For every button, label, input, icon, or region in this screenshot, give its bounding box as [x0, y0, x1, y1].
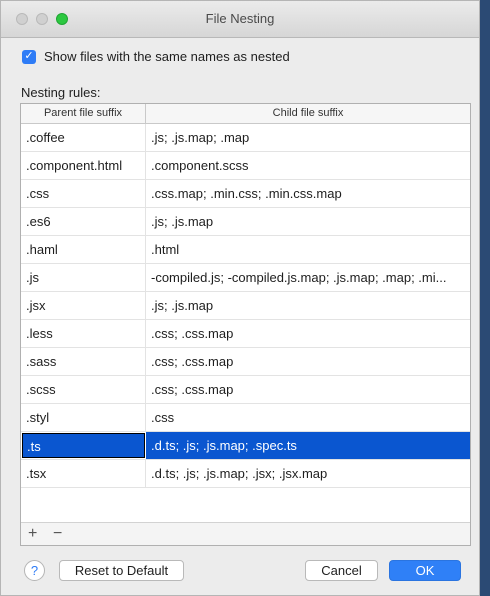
child-suffix-cell[interactable]: .js; .js.map: [146, 292, 470, 319]
parent-suffix-cell[interactable]: .haml: [21, 236, 146, 263]
parent-suffix-cell[interactable]: .js: [21, 264, 146, 291]
add-rule-button[interactable]: +: [28, 524, 37, 544]
child-suffix-cell[interactable]: .css; .css.map: [146, 376, 470, 403]
table-row[interactable]: .tsx .d.ts; .js; .js.map; .jsx; .jsx.map: [21, 460, 470, 488]
table-row[interactable]: .scss .css; .css.map: [21, 376, 470, 404]
table-row[interactable]: .css .css.map; .min.css; .min.css.map: [21, 180, 470, 208]
child-suffix-cell[interactable]: .d.ts; .js; .js.map; .jsx; .jsx.map: [146, 460, 470, 487]
child-suffix-cell[interactable]: .js; .js.map: [146, 208, 470, 235]
parent-suffix-cell[interactable]: .jsx: [21, 292, 146, 319]
table-row[interactable]: .less .css; .css.map: [21, 320, 470, 348]
child-suffix-cell[interactable]: .d.ts; .js; .js.map; .spec.ts: [146, 432, 470, 459]
nesting-rules-table: Parent file suffix Child file suffix .co…: [20, 103, 471, 546]
title-bar: File Nesting: [1, 1, 479, 38]
column-header-child[interactable]: Child file suffix: [146, 104, 470, 123]
table-row[interactable]: .styl .css: [21, 404, 470, 432]
parent-suffix-cell[interactable]: .component.html: [21, 152, 146, 179]
show-nested-label: Show files with the same names as nested: [44, 49, 290, 64]
parent-suffix-cell[interactable]: .styl: [21, 404, 146, 431]
table-row[interactable]: .component.html .component.scss: [21, 152, 470, 180]
column-header-parent[interactable]: Parent file suffix: [21, 104, 146, 123]
parent-suffix-cell[interactable]: .less: [21, 320, 146, 347]
checkmark-icon: ✓: [24, 50, 34, 62]
ok-button[interactable]: OK: [389, 560, 461, 581]
table-row[interactable]: .ts .d.ts; .js; .js.map; .spec.ts: [21, 432, 470, 460]
parent-suffix-cell[interactable]: .es6: [21, 208, 146, 235]
table-row[interactable]: .jsx .js; .js.map: [21, 292, 470, 320]
nesting-rules-label: Nesting rules:: [21, 85, 101, 100]
help-button[interactable]: ?: [24, 560, 45, 581]
table-row[interactable]: .es6 .js; .js.map: [21, 208, 470, 236]
child-suffix-cell[interactable]: .html: [146, 236, 470, 263]
parent-suffix-cell[interactable]: .coffee: [21, 124, 146, 151]
child-suffix-cell[interactable]: .css; .css.map: [146, 320, 470, 347]
child-suffix-cell[interactable]: .css.map; .min.css; .min.css.map: [146, 180, 470, 207]
child-suffix-cell[interactable]: .component.scss: [146, 152, 470, 179]
show-nested-option[interactable]: ✓ Show files with the same names as nest…: [22, 49, 290, 64]
cancel-button[interactable]: Cancel: [305, 560, 378, 581]
table-row[interactable]: .haml .html: [21, 236, 470, 264]
show-nested-checkbox[interactable]: ✓: [22, 49, 36, 64]
parent-suffix-cell[interactable]: .sass: [21, 348, 146, 375]
child-suffix-cell[interactable]: .js; .js.map; .map: [146, 124, 470, 151]
parent-suffix-cell[interactable]: .css: [21, 180, 146, 207]
parent-suffix-cell[interactable]: .tsx: [21, 460, 146, 487]
table-row[interactable]: .js -compiled.js; -compiled.js.map; .js.m…: [21, 264, 470, 292]
child-suffix-cell[interactable]: .css: [146, 404, 470, 431]
remove-rule-button[interactable]: −: [53, 524, 62, 544]
window-title: File Nesting: [205, 11, 275, 26]
child-suffix-cell[interactable]: -compiled.js; -compiled.js.map; .js.map;…: [146, 264, 470, 291]
reset-to-default-button[interactable]: Reset to Default: [59, 560, 184, 581]
file-nesting-dialog: File Nesting ✓ Show files with the same …: [0, 0, 480, 596]
parent-suffix-cell[interactable]: .ts: [21, 432, 146, 459]
child-suffix-cell[interactable]: .css; .css.map: [146, 348, 470, 375]
table-body: .coffee .js; .js.map; .map .component.html…: [21, 124, 470, 488]
table-header: Parent file suffix Child file suffix: [21, 104, 470, 124]
table-toolbar: + −: [21, 522, 470, 545]
parent-suffix-cell[interactable]: .scss: [21, 376, 146, 403]
table-row[interactable]: .sass .css; .css.map: [21, 348, 470, 376]
table-row[interactable]: .coffee .js; .js.map; .map: [21, 124, 470, 152]
